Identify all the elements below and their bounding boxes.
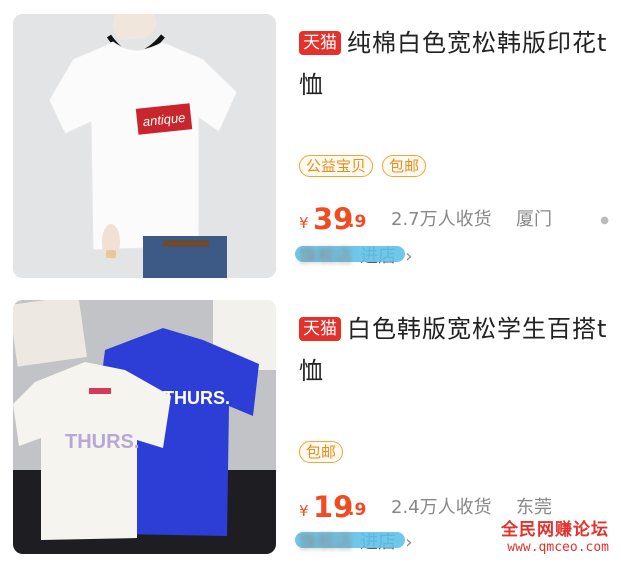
price-decimal: .9 <box>348 212 367 232</box>
product-title-text: 白色韩版宽松学生百搭t恤 <box>299 315 608 385</box>
shirt-print-label: THURS. <box>163 388 230 408</box>
chevron-right-icon: › <box>405 246 413 267</box>
tshirt-photo-illustration: THURS. THURS. <box>13 300 276 554</box>
product-image[interactable]: antique <box>13 14 276 278</box>
price-row: ¥ 39 .9 2.7万人收货 厦门 ● <box>299 200 611 236</box>
tmall-badge: 天猫 <box>299 31 341 55</box>
product-title-text: 纯棉白色宽松韩版印花t恤 <box>299 29 608 99</box>
currency-symbol: ¥ <box>299 214 309 232</box>
product-title[interactable]: 天猫 纯棉白色宽松韩版印花t恤 <box>299 22 611 106</box>
tag-list: 包邮 <box>299 441 347 463</box>
shipping-city: 厦门 <box>516 209 552 230</box>
shop-name: 旗舰店 <box>299 532 353 553</box>
tmall-badge: 天猫 <box>299 317 341 341</box>
shirt-print-label: THURS. <box>65 431 139 453</box>
watermark-url: www.qmceo.com <box>507 540 609 555</box>
shop-entry[interactable]: 旗舰店 进店 › <box>295 242 413 270</box>
watermark-title: 全民网赚论坛 <box>501 520 609 540</box>
price-decimal: .9 <box>348 500 367 520</box>
shop-name: 旗舰店 <box>299 246 353 267</box>
chevron-right-icon: › <box>405 532 413 553</box>
product-title[interactable]: 天猫 白色韩版宽松学生百搭t恤 <box>299 308 611 392</box>
watermark: 全民网赚论坛 www.qmceo.com <box>501 515 609 555</box>
tshirt-photo-illustration: antique <box>13 14 276 278</box>
sales-count: 2.7万人收货 <box>391 209 492 230</box>
tag-charity: 公益宝贝 <box>299 155 374 177</box>
tag-free-shipping: 包邮 <box>382 155 427 177</box>
product-image[interactable]: THURS. THURS. <box>13 300 276 554</box>
more-dot-icon[interactable]: ● <box>600 215 609 226</box>
sales-count: 2.4万人收货 <box>391 497 492 518</box>
tag-list: 公益宝贝 包邮 <box>299 155 430 177</box>
currency-symbol: ¥ <box>299 502 309 520</box>
tag-free-shipping: 包邮 <box>299 441 344 463</box>
shop-entry[interactable]: 旗舰店 进店 › <box>295 528 413 556</box>
product-card[interactable]: antique 天猫 纯棉白色宽松韩版印花t恤 公益宝贝 包邮 ¥ 39 .9 2… <box>0 0 621 290</box>
